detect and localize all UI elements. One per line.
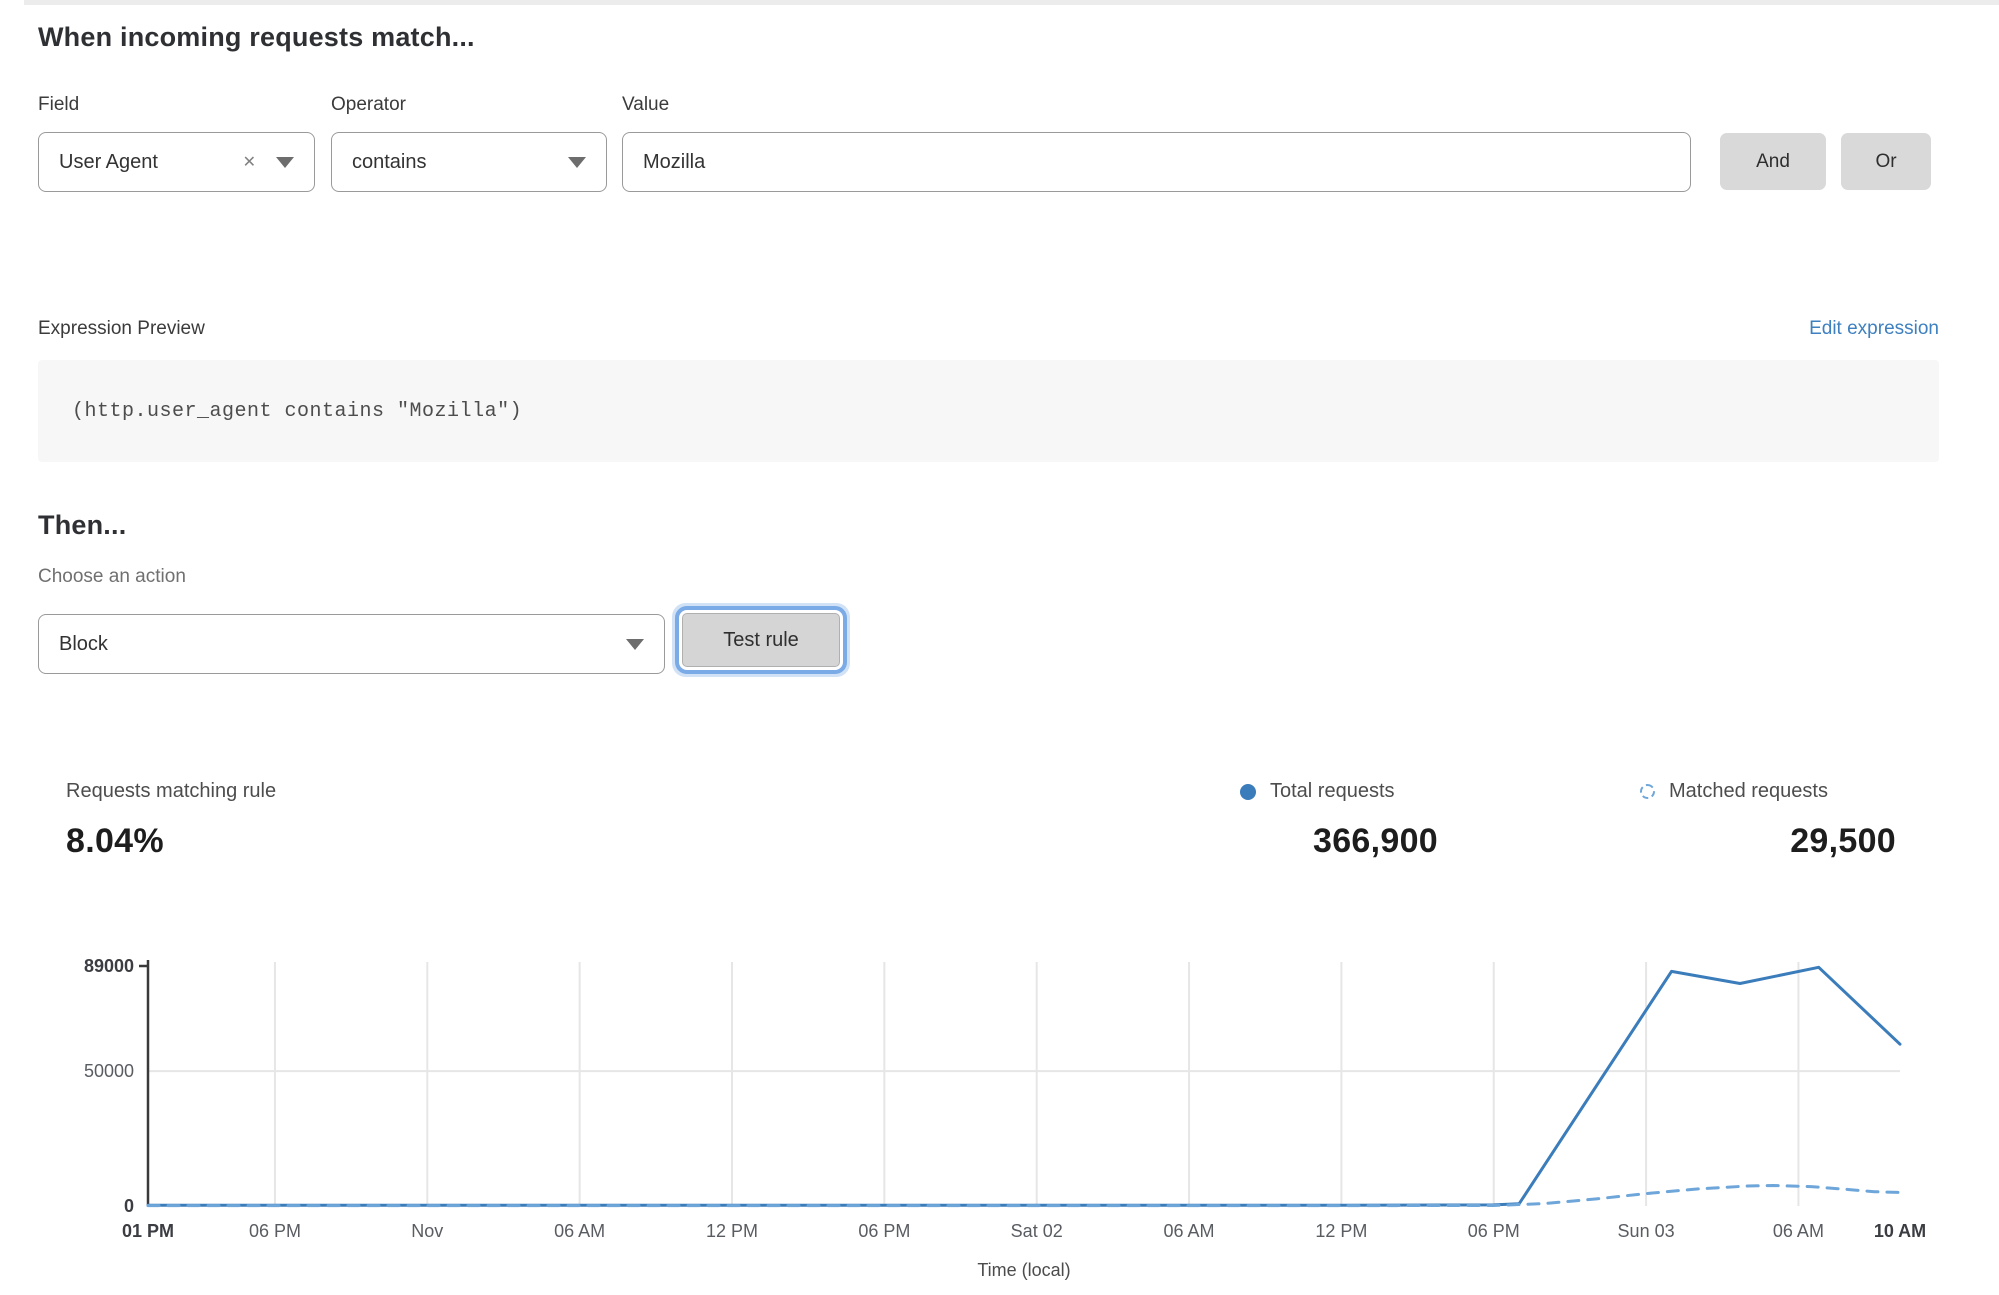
svg-text:10 AM: 10 AM [1874, 1221, 1926, 1241]
svg-text:06 PM: 06 PM [858, 1221, 910, 1241]
svg-text:12 PM: 12 PM [1315, 1221, 1367, 1241]
expression-code: (http.user_agent contains "Mozilla") [38, 400, 522, 423]
svg-text:06 AM: 06 AM [1164, 1221, 1215, 1241]
total-requests-label: Total requests [1270, 780, 1395, 803]
chevron-down-icon [276, 157, 294, 168]
svg-text:Time (local): Time (local) [977, 1260, 1070, 1280]
chart-svg: 89000 50000 0 01 PM 06 PM Nov 06 AM 12 PM 06 PM S… [0, 938, 1999, 1295]
requests-matching-label: Requests matching rule [66, 780, 276, 803]
field-select-value: User Agent [59, 151, 158, 174]
choose-action-label: Choose an action [38, 566, 186, 588]
svg-text:06 AM: 06 AM [554, 1221, 605, 1241]
matched-requests-dashed-circle-icon [1640, 784, 1655, 799]
section-title-then: Then... [38, 510, 126, 541]
edit-expression-link[interactable]: Edit expression [1809, 318, 1939, 340]
operator-select[interactable]: contains [331, 132, 607, 192]
svg-text:01 PM: 01 PM [122, 1221, 174, 1241]
field-select[interactable]: User Agent ✕ [38, 132, 315, 192]
section-title-when: When incoming requests match... [38, 22, 475, 53]
svg-text:06 PM: 06 PM [249, 1221, 301, 1241]
expression-code-block: (http.user_agent contains "Mozilla") [38, 360, 1939, 462]
field-label: Field [38, 94, 79, 116]
value-label: Value [622, 94, 669, 116]
operator-label: Operator [331, 94, 406, 116]
test-rule-button[interactable]: Test rule [682, 613, 840, 667]
value-input[interactable] [622, 132, 1691, 192]
matched-requests-value: 29,500 [1640, 822, 1896, 861]
firewall-rule-builder: When incoming requests match... Field Op… [0, 0, 1999, 1295]
operator-select-value: contains [352, 151, 427, 174]
total-requests-dot-icon [1240, 784, 1256, 800]
svg-text:Sat 02: Sat 02 [1011, 1221, 1063, 1241]
svg-text:Nov: Nov [411, 1221, 443, 1241]
action-select-value: Block [59, 633, 108, 656]
svg-text:0: 0 [124, 1196, 134, 1216]
svg-text:50000: 50000 [84, 1061, 134, 1081]
total-requests-value: 366,900 [1240, 822, 1438, 861]
matched-requests-label: Matched requests [1669, 780, 1828, 803]
svg-text:Sun 03: Sun 03 [1618, 1221, 1675, 1241]
or-button[interactable]: Or [1841, 133, 1931, 190]
chevron-down-icon [568, 157, 586, 168]
clear-field-icon[interactable]: ✕ [243, 152, 256, 172]
legend-total-requests: Total requests [1240, 780, 1395, 803]
expression-preview-label: Expression Preview [38, 318, 205, 340]
and-button[interactable]: And [1720, 133, 1826, 190]
requests-matching-value: 8.04% [66, 822, 164, 861]
svg-text:06 AM: 06 AM [1773, 1221, 1824, 1241]
top-divider [24, 0, 1999, 5]
legend-matched-requests: Matched requests [1640, 780, 1828, 803]
action-select[interactable]: Block [38, 614, 665, 674]
svg-text:89000: 89000 [84, 956, 134, 976]
chevron-down-icon [626, 639, 644, 650]
svg-text:06 PM: 06 PM [1468, 1221, 1520, 1241]
svg-text:12 PM: 12 PM [706, 1221, 758, 1241]
